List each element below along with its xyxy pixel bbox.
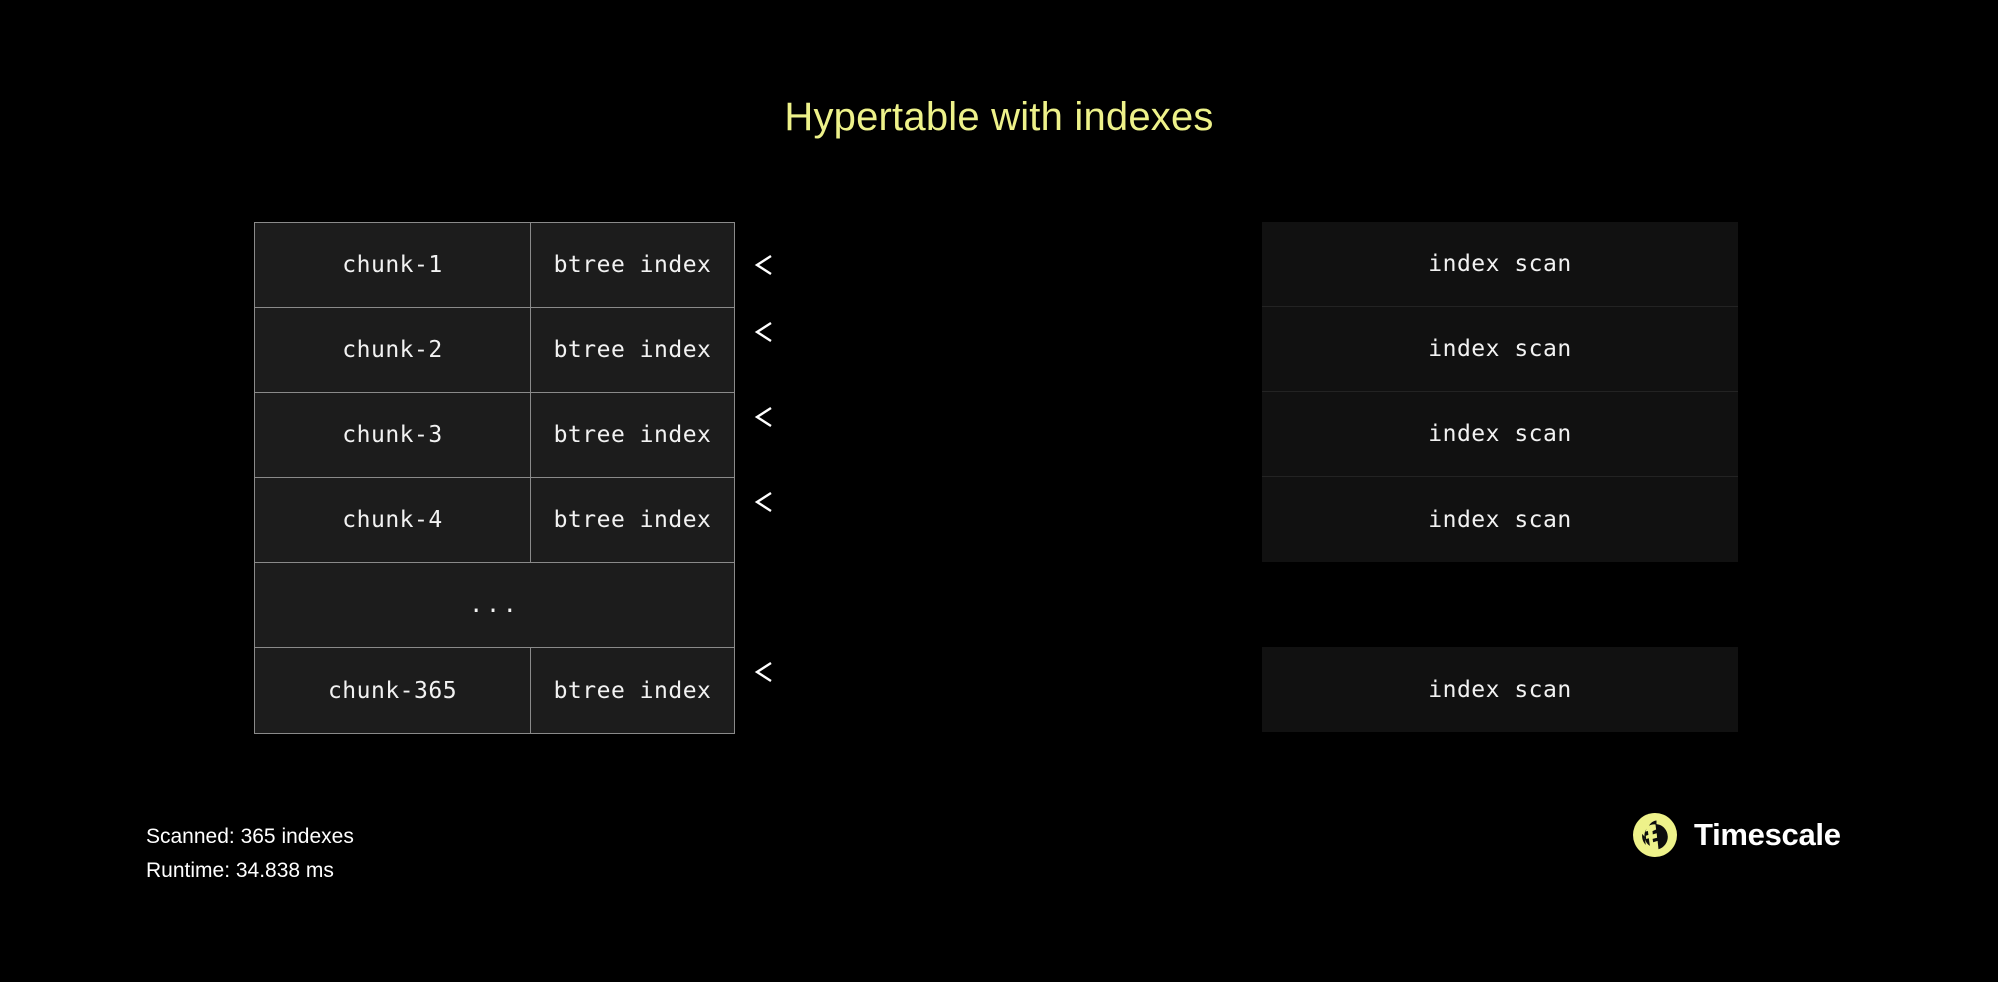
ellipsis-cell: ... bbox=[255, 563, 734, 647]
page-title: Hypertable with indexes bbox=[0, 95, 1998, 140]
index-scan-box: index scan bbox=[1262, 307, 1738, 392]
scanned-count: Scanned: 365 indexes bbox=[146, 820, 354, 854]
brand-logo: Timescale bbox=[1632, 812, 1841, 858]
timescale-tiger-logo-icon bbox=[1632, 812, 1678, 858]
chunk-name-cell: chunk-3 bbox=[255, 393, 531, 477]
arrow-left-icon bbox=[753, 320, 1231, 344]
arrow-left-icon bbox=[753, 490, 1231, 514]
arrow-left-icon bbox=[753, 405, 1231, 429]
chunk-name-cell: chunk-2 bbox=[255, 308, 531, 392]
brand-name: Timescale bbox=[1694, 817, 1841, 853]
table-row-ellipsis: ... bbox=[255, 563, 734, 648]
chunk-index-cell: btree index bbox=[531, 648, 734, 733]
index-scan-gap bbox=[1262, 562, 1738, 647]
chunk-name-cell: chunk-365 bbox=[255, 648, 531, 733]
index-scan-group-top: index scan index scan index scan index s… bbox=[1262, 222, 1738, 562]
arrow-left-icon bbox=[753, 253, 1231, 277]
index-scan-box: index scan bbox=[1262, 477, 1738, 562]
index-scan-box: index scan bbox=[1262, 222, 1738, 307]
index-scan-group-bottom: index scan bbox=[1262, 647, 1738, 732]
arrow-left-icon bbox=[753, 660, 1231, 684]
table-row: chunk-1 btree index bbox=[255, 223, 734, 308]
table-row: chunk-4 btree index bbox=[255, 478, 734, 563]
index-scan-column: index scan index scan index scan index s… bbox=[1262, 222, 1738, 732]
hypertable-grid: chunk-1 btree index chunk-2 btree index … bbox=[254, 222, 735, 734]
stats-block: Scanned: 365 indexes Runtime: 34.838 ms bbox=[146, 820, 354, 888]
index-scan-box: index scan bbox=[1262, 647, 1738, 732]
chunk-index-cell: btree index bbox=[531, 223, 734, 307]
table-row: chunk-3 btree index bbox=[255, 393, 734, 478]
table-row: chunk-2 btree index bbox=[255, 308, 734, 393]
chunk-index-cell: btree index bbox=[531, 308, 734, 392]
runtime-value: Runtime: 34.838 ms bbox=[146, 854, 354, 888]
table-row: chunk-365 btree index bbox=[255, 648, 734, 733]
chunk-index-cell: btree index bbox=[531, 478, 734, 562]
index-scan-box: index scan bbox=[1262, 392, 1738, 477]
chunk-name-cell: chunk-4 bbox=[255, 478, 531, 562]
chunk-index-cell: btree index bbox=[531, 393, 734, 477]
chunk-name-cell: chunk-1 bbox=[255, 223, 531, 307]
